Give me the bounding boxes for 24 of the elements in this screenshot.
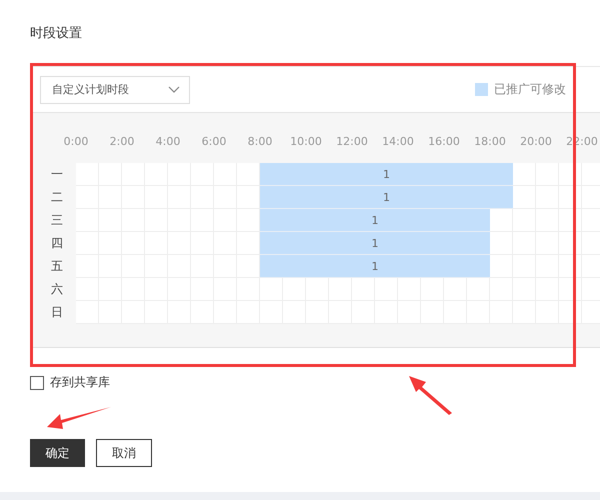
day-label: 一 xyxy=(50,166,64,183)
hour-label: 0:00 xyxy=(62,135,90,150)
day-label: 日 xyxy=(50,304,64,321)
hour-label: 16:00 xyxy=(427,135,461,150)
confirm-button[interactable]: 确定 xyxy=(30,439,85,467)
hour-label: 4:00 xyxy=(154,135,182,150)
checkbox-label: 存到共享库 xyxy=(50,374,110,391)
hour-label: 10:00 xyxy=(289,135,323,150)
day-label: 五 xyxy=(50,258,64,275)
hour-label: 12:00 xyxy=(335,135,369,150)
hour-label: 20:00 xyxy=(519,135,553,150)
day-label: 三 xyxy=(50,212,64,229)
legend-label: 已推广可修改 xyxy=(494,81,566,98)
section-title: 时段设置 xyxy=(29,25,83,43)
hour-label: 2:00 xyxy=(108,135,136,150)
day-label: 二 xyxy=(50,189,64,206)
day-label: 四 xyxy=(50,235,64,252)
cancel-button[interactable]: 取消 xyxy=(96,439,152,467)
plan-dropdown[interactable]: 自定义计划时段 xyxy=(40,76,190,104)
hour-label: 14:00 xyxy=(381,135,415,150)
hour-label: 6:00 xyxy=(200,135,228,150)
day-label: 六 xyxy=(50,281,64,298)
hour-label: 8:00 xyxy=(246,135,274,150)
hour-label: 18:00 xyxy=(473,135,507,150)
